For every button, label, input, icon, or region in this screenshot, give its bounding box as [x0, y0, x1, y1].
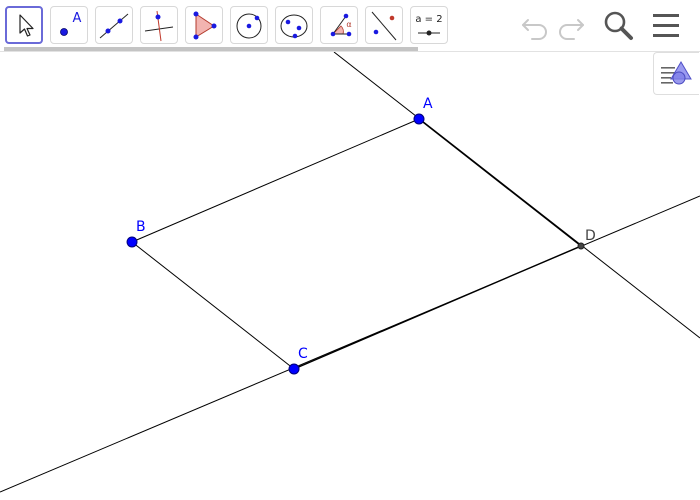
segment-b-c[interactable] [131, 241, 295, 370]
redo-icon[interactable] [554, 8, 588, 42]
point-b[interactable] [126, 236, 138, 248]
segment-c-d[interactable] [293, 245, 582, 370]
angle-tool-label: α [346, 20, 352, 29]
point-d[interactable] [577, 242, 585, 250]
menu-icon[interactable] [649, 8, 683, 42]
reflect-icon [371, 11, 397, 41]
slider-icon [418, 30, 440, 36]
point-tool-label: A [72, 11, 82, 26]
toolbar: A α a = 2 [0, 0, 700, 50]
undo-icon[interactable] [518, 8, 552, 42]
cursor-arrow-icon [19, 14, 34, 37]
perpendicular-line-tool-button[interactable] [140, 6, 178, 44]
ellipse-icon [280, 14, 308, 39]
segment-a-d[interactable] [418, 118, 582, 247]
segment-a-b[interactable] [131, 118, 420, 243]
toolbar-divider [0, 51, 700, 52]
style-bar-toggle-button[interactable] [653, 52, 699, 95]
reflect-tool-button[interactable] [365, 6, 403, 44]
angle-tool-button[interactable]: α [320, 6, 358, 44]
line-icon [99, 13, 129, 39]
circle-tool-button[interactable] [230, 6, 268, 44]
search-icon[interactable] [601, 8, 635, 42]
graphics-view[interactable]: A B C D [0, 52, 700, 500]
perpendicular-line-icon [144, 10, 174, 42]
point-a-label: A [423, 96, 433, 112]
conic-tool-button[interactable] [275, 6, 313, 44]
style-bar-icon [661, 61, 692, 85]
line-tool-button[interactable] [95, 6, 133, 44]
circle-icon [236, 13, 262, 39]
slider-tool-button[interactable]: a = 2 [410, 6, 448, 44]
point-c[interactable] [288, 363, 300, 375]
polygon-tool-button[interactable] [185, 6, 223, 44]
point-c-label: C [298, 346, 308, 362]
move-tool-button[interactable] [5, 6, 43, 44]
polygon-icon [193, 11, 217, 40]
point-a[interactable] [413, 113, 425, 125]
point-b-label: B [136, 219, 146, 235]
point-tool-button[interactable]: A [50, 6, 88, 44]
point-d-label: D [585, 228, 596, 244]
